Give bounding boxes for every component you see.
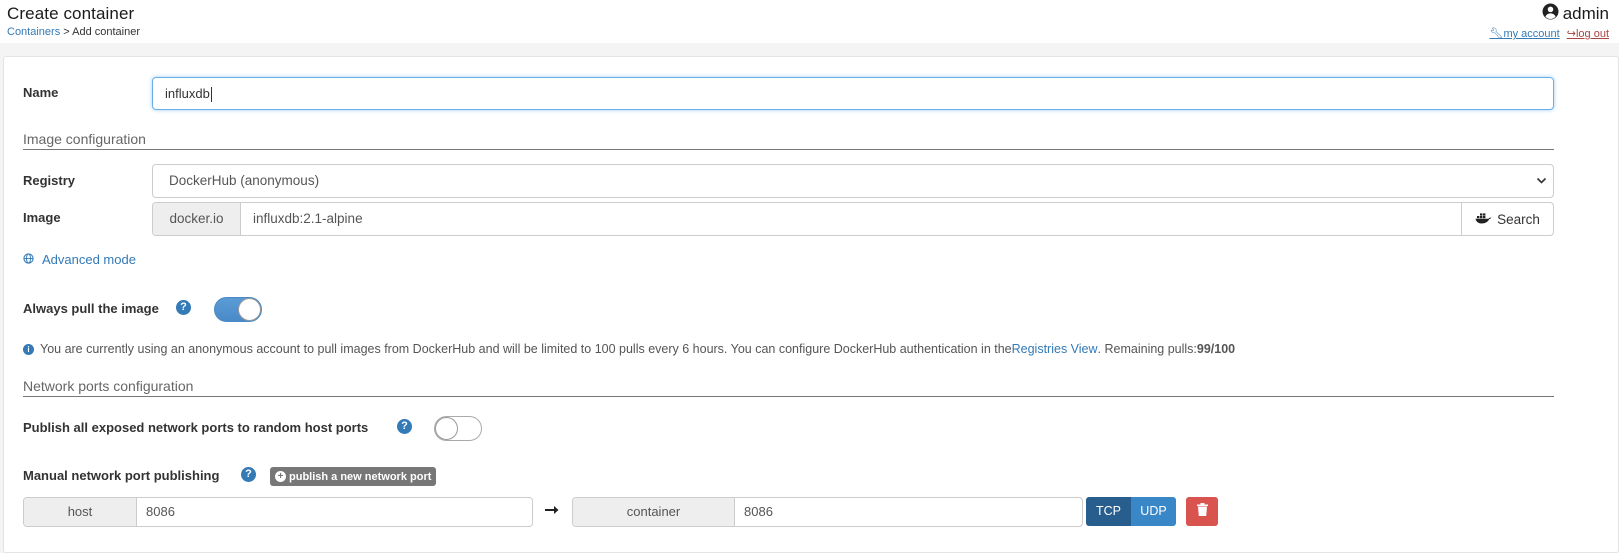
sign-out-icon: ↪ bbox=[1566, 28, 1576, 40]
my-account-link[interactable]: 🔧︎my account bbox=[1489, 28, 1559, 40]
info-text-before: You are currently using an anonymous acc… bbox=[40, 342, 1012, 356]
top-header: Create container Containers > Add contai… bbox=[0, 0, 1619, 43]
image-label: Image bbox=[23, 210, 61, 225]
name-label: Name bbox=[23, 85, 59, 100]
info-text-after: . Remaining pulls: bbox=[1097, 342, 1197, 356]
registry-select[interactable]: DockerHub (anonymous) bbox=[152, 164, 1554, 198]
registries-view-link[interactable]: Registries View bbox=[1012, 342, 1098, 356]
image-input[interactable]: influxdb:2.1-alpine bbox=[241, 203, 1461, 235]
container-port-group: container 8086 bbox=[572, 497, 1083, 527]
search-button[interactable]: Search bbox=[1461, 203, 1553, 235]
page-title: Create container bbox=[7, 4, 135, 23]
publish-all-label: Publish all exposed network ports to ran… bbox=[23, 420, 369, 435]
section-divider bbox=[23, 396, 1554, 397]
question-circle-icon[interactable]: ? bbox=[176, 300, 191, 315]
dockerhub-info-message: i You are currently using an anonymous a… bbox=[23, 342, 1235, 356]
always-pull-label: Always pull the image bbox=[23, 301, 159, 316]
create-container-form: Name influxdb Image configuration Regist… bbox=[3, 56, 1619, 553]
username: admin bbox=[1562, 4, 1609, 23]
docker-icon bbox=[1475, 212, 1492, 227]
trash-icon bbox=[1196, 502, 1208, 521]
network-ports-title: Network ports configuration bbox=[23, 378, 194, 394]
registry-label: Registry bbox=[23, 173, 76, 188]
image-configuration-title: Image configuration bbox=[23, 131, 146, 147]
protocol-toggle-group: TCP UDP bbox=[1086, 497, 1176, 526]
user-menu: admin 🔧︎my account ↪log out bbox=[1489, 3, 1609, 40]
always-pull-toggle[interactable] bbox=[214, 297, 262, 322]
remove-port-button[interactable] bbox=[1186, 497, 1218, 526]
udp-button[interactable]: UDP bbox=[1131, 497, 1176, 526]
toggle-knob bbox=[435, 417, 458, 440]
plus-circle-icon: + bbox=[275, 471, 286, 482]
question-circle-icon[interactable]: ? bbox=[397, 419, 412, 434]
host-addon: host bbox=[24, 498, 137, 526]
globe-icon bbox=[23, 252, 34, 267]
advanced-mode-link[interactable]: Advanced mode bbox=[23, 252, 136, 267]
publish-new-port-button[interactable]: + publish a new network port bbox=[270, 467, 437, 486]
container-addon: container bbox=[573, 498, 735, 526]
host-port-group: host 8086 bbox=[23, 497, 533, 527]
question-circle-icon[interactable]: ? bbox=[241, 467, 256, 482]
wrench-icon: 🔧︎ bbox=[1489, 28, 1504, 40]
breadcrumb-containers-link[interactable]: Containers bbox=[7, 26, 60, 38]
publish-all-toggle[interactable] bbox=[434, 416, 482, 441]
log-out-link[interactable]: ↪log out bbox=[1567, 28, 1609, 40]
remaining-pulls: 99/100 bbox=[1196, 342, 1236, 356]
breadcrumb: Containers > Add container bbox=[7, 26, 140, 38]
image-input-group: docker.io influxdb:2.1-alpine Search bbox=[152, 202, 1554, 236]
breadcrumb-separator: > bbox=[60, 26, 73, 38]
name-input[interactable]: influxdb bbox=[152, 77, 1554, 110]
arrow-right-icon bbox=[545, 502, 559, 519]
container-port-input[interactable]: 8086 bbox=[735, 498, 1082, 526]
toggle-knob bbox=[238, 298, 261, 321]
image-registry-prefix: docker.io bbox=[153, 203, 241, 235]
user-circle-icon bbox=[1542, 3, 1559, 25]
breadcrumb-current: Add container bbox=[72, 26, 141, 38]
info-circle-icon: i bbox=[23, 343, 34, 355]
section-divider bbox=[23, 149, 1554, 150]
text-caret bbox=[210, 87, 212, 103]
manual-port-publishing-label: Manual network port publishing bbox=[23, 468, 220, 483]
host-port-input[interactable]: 8086 bbox=[137, 498, 532, 526]
tcp-button[interactable]: TCP bbox=[1086, 497, 1131, 526]
